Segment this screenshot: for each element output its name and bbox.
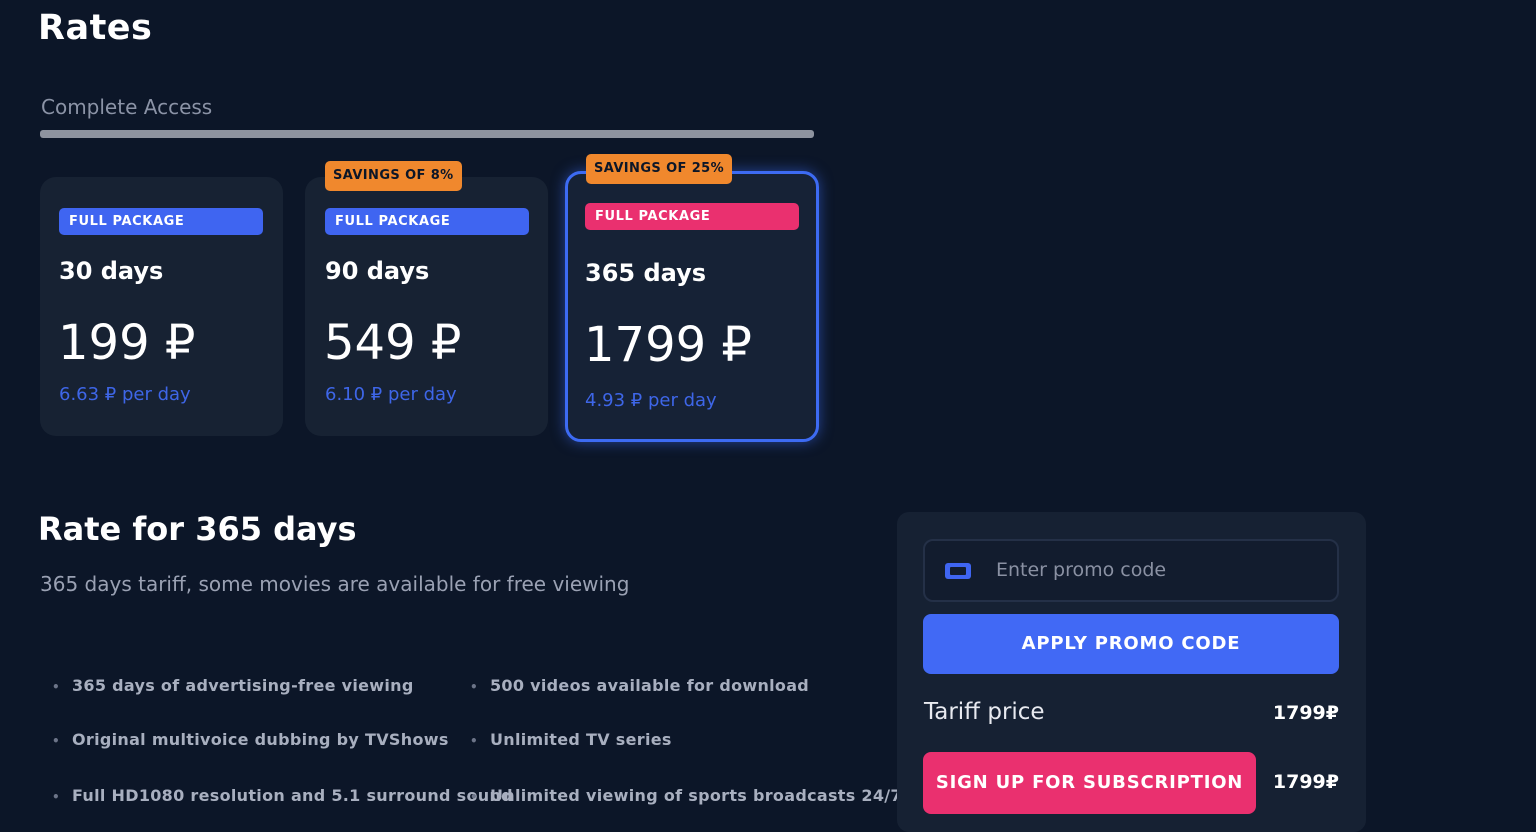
plan-card-30-days[interactable]: FULL PACKAGE 30 days 199 ₽ 6.63 ₽ per da… bbox=[40, 177, 283, 436]
feature-text: Original multivoice dubbing by TVShows bbox=[71, 730, 449, 749]
feature-item: • Unlimited TV series bbox=[470, 730, 672, 749]
tab-active-indicator bbox=[40, 130, 814, 138]
plan-card-90-days[interactable]: FULL PACKAGE 90 days 549 ₽ 6.10 ₽ per da… bbox=[305, 177, 548, 436]
apply-promo-button[interactable]: APPLY PROMO CODE bbox=[923, 614, 1339, 674]
plan-duration: 365 days bbox=[585, 259, 707, 287]
plan-card-365-days[interactable]: FULL PACKAGE 365 days 1799 ₽ 4.93 ₽ per … bbox=[565, 171, 819, 442]
rate-details-title: Rate for 365 days bbox=[38, 510, 357, 548]
page-title: Rates bbox=[38, 8, 153, 48]
ticket-icon bbox=[944, 561, 972, 581]
plan-per-day: 6.10 ₽ per day bbox=[325, 384, 457, 405]
savings-badge: SAVINGS OF 25% bbox=[586, 154, 733, 184]
tariff-price-value: 1799₽ bbox=[1272, 702, 1339, 724]
feature-text: Full HD1080 resolution and 5.1 surround … bbox=[71, 786, 513, 805]
plan-per-day: 4.93 ₽ per day bbox=[585, 390, 717, 411]
feature-text: Unlimited TV series bbox=[489, 730, 672, 749]
plan-per-day: 6.63 ₽ per day bbox=[59, 384, 191, 405]
sign-up-button[interactable]: SIGN UP FOR SUBSCRIPTION bbox=[923, 752, 1256, 814]
full-package-badge: FULL PACKAGE bbox=[585, 203, 799, 230]
subscription-price: 1799₽ bbox=[1272, 771, 1339, 793]
feature-item: • Unlimited viewing of sports broadcasts … bbox=[470, 786, 902, 805]
tariff-price-label: Tariff price bbox=[924, 699, 1045, 725]
plan-duration: 30 days bbox=[59, 257, 164, 285]
feature-item: • Full HD1080 resolution and 5.1 surround… bbox=[52, 786, 513, 805]
plan-price: 549 ₽ bbox=[324, 315, 462, 371]
plan-price: 1799 ₽ bbox=[584, 317, 752, 373]
promo-code-placeholder[interactable]: Enter promo code bbox=[996, 559, 1166, 581]
plan-price: 199 ₽ bbox=[58, 315, 196, 371]
feature-text: Unlimited viewing of sports broadcasts 2… bbox=[489, 786, 902, 805]
feature-text: 365 days of advertising-free viewing bbox=[71, 676, 414, 695]
feature-text: 500 videos available for download bbox=[489, 676, 810, 695]
plan-duration: 90 days bbox=[325, 257, 430, 285]
feature-item: • 500 videos available for download bbox=[470, 676, 810, 695]
feature-item: • 365 days of advertising-free viewing bbox=[52, 676, 414, 695]
full-package-badge: FULL PACKAGE bbox=[325, 208, 529, 235]
feature-item: • Original multivoice dubbing by TVShows bbox=[52, 730, 449, 749]
savings-badge: SAVINGS OF 8% bbox=[325, 161, 462, 191]
rate-details-subtitle: 365 days tariff, some movies are availab… bbox=[40, 572, 630, 596]
tab-complete-access[interactable]: Complete Access bbox=[41, 95, 212, 119]
full-package-badge: FULL PACKAGE bbox=[59, 208, 263, 235]
